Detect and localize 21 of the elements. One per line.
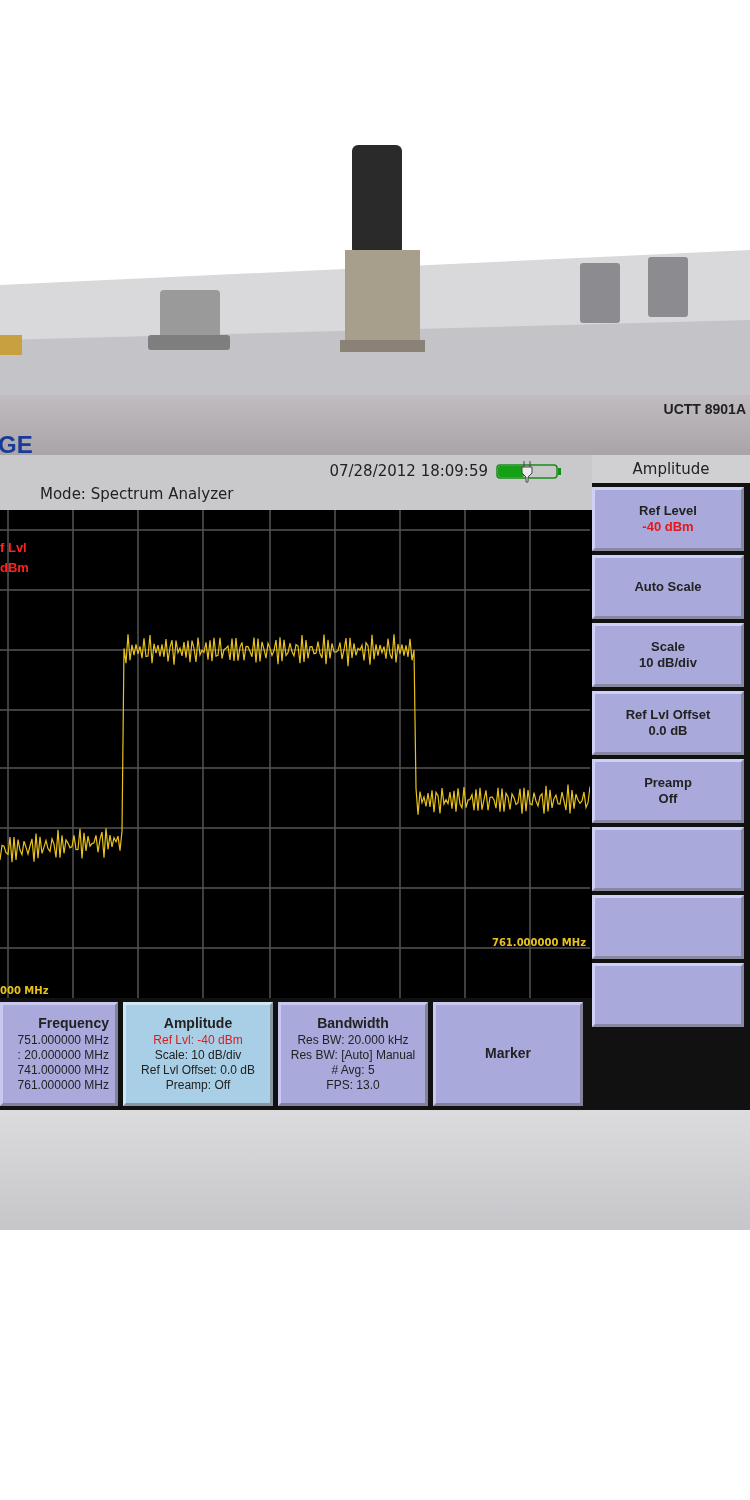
softkey-button[interactable]	[592, 827, 744, 891]
ref-level-value: dBm	[0, 559, 29, 577]
stop-frequency: 761.000000 MHz	[491, 937, 586, 948]
softkey-button[interactable]: Ref Lvl Offset 0.0 dB	[592, 691, 744, 755]
softkey-button[interactable]: Ref Level -40 dBm	[592, 487, 744, 551]
model-label: UCTT 8901A	[663, 401, 746, 417]
softkey-button[interactable]: Scale 10 dB/div	[592, 623, 744, 687]
ref-level-label: f Lvl	[0, 539, 28, 557]
function-button[interactable]: Bandwidth Res BW: 20.000 kHz Res BW: [Auto] Manual # Avg: 5 FPS: 13.0	[278, 1002, 428, 1106]
battery-icon	[496, 459, 562, 483]
softkey-button[interactable]	[592, 963, 744, 1027]
mode-label: Mode: Spectrum Analyzer	[40, 485, 235, 503]
function-button[interactable]: Marker	[433, 1002, 583, 1106]
softkey-button[interactable]	[592, 895, 744, 959]
function-button[interactable]: Frequency 751.000000 MHz : 20.000000 MHz 741.000000 MHz 761.000000 MHz	[0, 1002, 118, 1106]
date-time: 07/28/2012 18:09:59	[329, 462, 488, 480]
function-button[interactable]: Amplitude Ref Lvl: -40 dBm Scale: 10 dB/div Ref Lvl Offset: 0.0 dB Preamp: Off	[123, 1002, 273, 1106]
softkey-button[interactable]: Preamp Off	[592, 759, 744, 823]
softkey-button[interactable]: Auto Scale	[592, 555, 744, 619]
start-frequency: 000 MHz	[0, 985, 49, 996]
menu-title: Amplitude	[592, 455, 750, 483]
